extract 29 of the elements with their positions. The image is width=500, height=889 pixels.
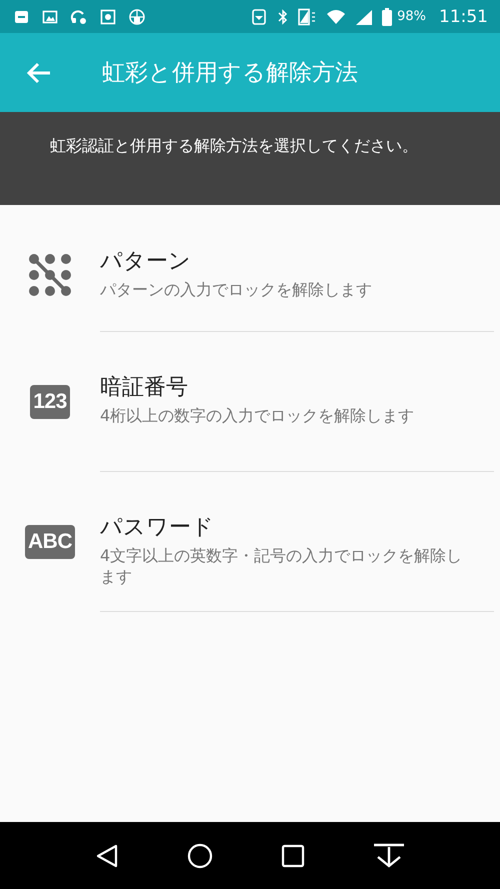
settings-icon bbox=[100, 8, 116, 24]
option-description: 4桁以上の数字の入力でロックを解除します bbox=[100, 405, 416, 426]
wifi-icon bbox=[326, 8, 346, 26]
image-icon bbox=[42, 8, 58, 24]
pattern-grid-icon bbox=[28, 253, 72, 297]
option-description: 4文字以上の英数字・記号の入力でロックを解除します bbox=[100, 545, 464, 587]
description-text: 虹彩認証と併用する解除方法を選択してください。 bbox=[50, 135, 419, 157]
option-title: パスワード bbox=[100, 514, 215, 542]
option-title: パターン bbox=[100, 248, 192, 276]
unlock-option[interactable]: ABC パスワード 4文字以上の英数字・記号の入力でロックを解除します bbox=[0, 472, 500, 612]
headset-gear-icon bbox=[70, 8, 88, 24]
option-title: 暗証番号 bbox=[100, 374, 189, 402]
battery-percent: 98% bbox=[397, 9, 426, 24]
back-arrow-icon[interactable] bbox=[26, 60, 52, 84]
screen-rotate-icon bbox=[297, 8, 318, 26]
globe-lock-icon bbox=[128, 8, 146, 26]
keypad-badge: ABC bbox=[25, 525, 75, 559]
unlock-option[interactable]: パターン パターンの入力でロックを解除します bbox=[0, 205, 500, 332]
screen-title: 虹彩と併用する解除方法 bbox=[102, 59, 358, 88]
signal-icon bbox=[355, 8, 374, 24]
keypad-badge: 123 bbox=[30, 385, 70, 419]
home-icon[interactable] bbox=[187, 842, 214, 868]
bluetooth-icon bbox=[278, 8, 288, 24]
battery-icon bbox=[382, 8, 392, 26]
clock-time: 11:51 bbox=[439, 6, 488, 26]
unlock-option[interactable]: 123 暗証番号 4桁以上の数字の入力でロックを解除します bbox=[0, 332, 500, 472]
option-description: パターンの入力でロックを解除します bbox=[100, 279, 373, 300]
recent-apps-icon[interactable] bbox=[280, 844, 305, 868]
hide-arrow-icon[interactable] bbox=[372, 842, 406, 868]
